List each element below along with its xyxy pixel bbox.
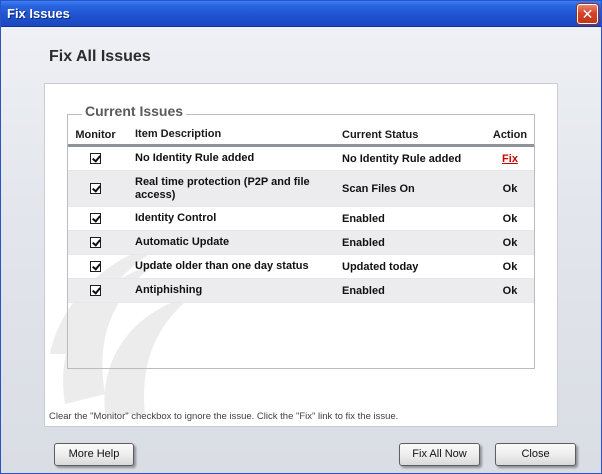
table-row: Automatic Update Enabled Ok [68, 231, 534, 255]
monitor-checkbox[interactable] [90, 237, 101, 248]
close-icon: ✕ [581, 6, 594, 22]
item-description: Automatic Update [135, 236, 230, 248]
item-status: Enabled [342, 236, 385, 249]
fix-all-now-button[interactable]: Fix All Now [399, 443, 480, 466]
header-monitor: Monitor [75, 128, 116, 141]
header-action: Action [492, 128, 528, 141]
item-status: Enabled [342, 284, 385, 297]
item-status: Updated today [342, 260, 419, 273]
table-row: Update older than one day status Updated… [68, 255, 534, 279]
group-legend: Current Issues [82, 103, 187, 119]
item-action: Ok [502, 260, 518, 273]
close-window-button[interactable]: ✕ [577, 4, 598, 24]
fix-link[interactable]: Fix [502, 153, 518, 165]
window-title: Fix Issues [7, 6, 70, 21]
header-description: Item Description [135, 128, 222, 140]
item-status: No Identity Rule added [342, 152, 462, 165]
table-row: No Identity Rule added No Identity Rule … [68, 147, 534, 171]
fix-issues-window: Fix Issues ✕ Fix All Issues Current Issu… [0, 0, 602, 474]
header-status: Current Status [342, 128, 419, 141]
item-status: Scan Files On [342, 182, 415, 195]
issues-panel: Current Issues Monitor Item Description … [44, 83, 558, 427]
table-row: Antiphishing Enabled Ok [68, 279, 534, 303]
item-description: Antiphishing [135, 284, 203, 296]
table-row: Real time protection (P2P and file acces… [68, 171, 534, 207]
item-action: Ok [502, 236, 518, 249]
item-action: Ok [502, 284, 518, 297]
monitor-checkbox[interactable] [90, 261, 101, 272]
dialog-content: Fix All Issues Current Issues Monitor It… [1, 27, 601, 473]
item-description: Identity Control [135, 212, 217, 224]
monitor-checkbox[interactable] [90, 285, 101, 296]
more-help-button[interactable]: More Help [54, 443, 134, 466]
current-issues-group: Current Issues Monitor Item Description … [67, 103, 535, 369]
close-button[interactable]: Close [495, 443, 576, 466]
item-action: Ok [502, 182, 518, 195]
item-status: Enabled [342, 212, 385, 225]
monitor-checkbox[interactable] [90, 183, 101, 194]
item-action: Ok [502, 212, 518, 225]
title-bar[interactable]: Fix Issues ✕ [1, 1, 601, 27]
table-header: Monitor Item Description Current Status … [68, 125, 534, 147]
item-description: Update older than one day status [135, 260, 309, 272]
page-title: Fix All Issues [49, 48, 151, 65]
monitor-checkbox[interactable] [90, 153, 101, 164]
issues-table: Monitor Item Description Current Status … [68, 125, 534, 303]
help-hint-text: Clear the "Monitor" checkbox to ignore t… [49, 411, 399, 422]
item-description: No Identity Rule added [135, 152, 255, 164]
monitor-checkbox[interactable] [90, 213, 101, 224]
item-description: Real time protection (P2P and file acces… [135, 175, 310, 201]
table-row: Identity Control Enabled Ok [68, 207, 534, 231]
